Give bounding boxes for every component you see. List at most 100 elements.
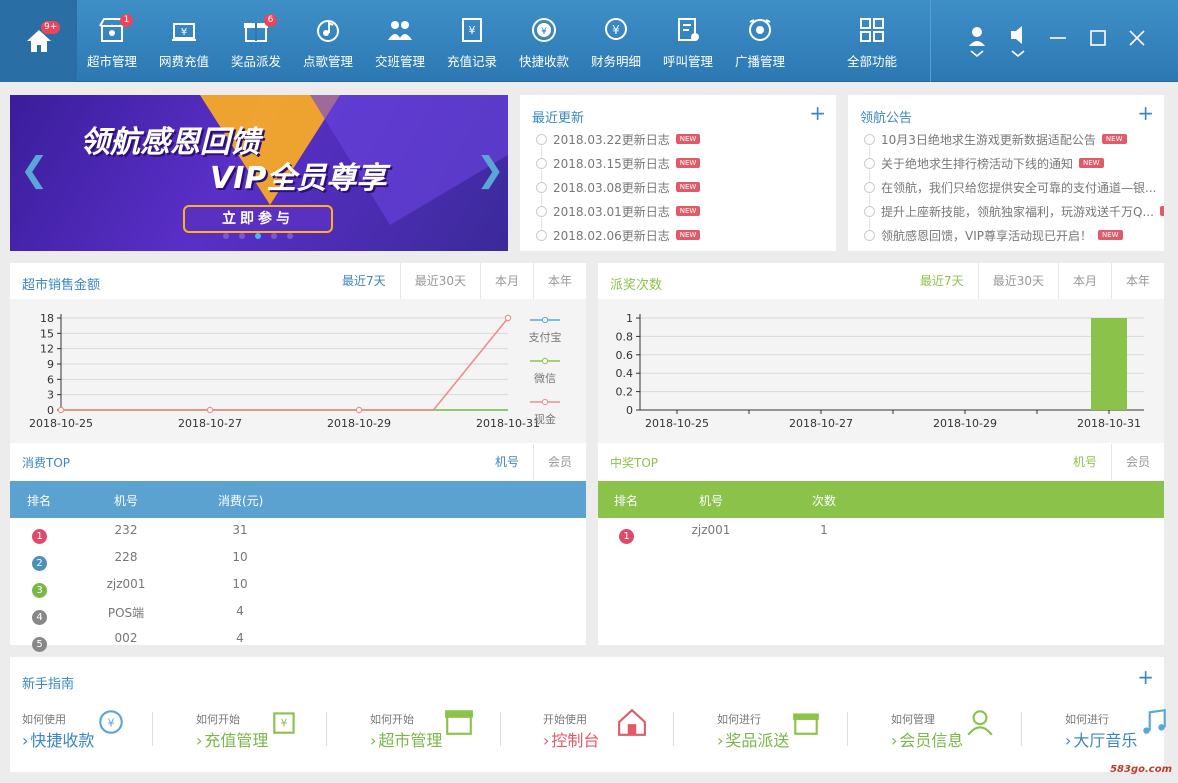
y-tick-label: 0.4 xyxy=(616,367,634,380)
nav-item-supermarket[interactable]: 超市管理 1 xyxy=(76,0,148,82)
tab-active[interactable]: 机号 xyxy=(481,444,533,480)
consume-top-tabs: 机号 会员 xyxy=(481,444,586,480)
guide-item-recharge[interactable]: 如何开始 › 充值管理 ¥ xyxy=(196,703,326,753)
guide-main-text: 快捷收款 xyxy=(30,731,95,750)
nav-item-gift[interactable]: 奖品派发 6 xyxy=(220,0,292,82)
tab-active[interactable]: 机号 xyxy=(1059,444,1111,480)
y-tick-label: 6 xyxy=(47,373,54,386)
y-tick-label: 12 xyxy=(40,343,54,356)
nav-item-label: 网费充值 xyxy=(158,54,209,69)
new-tag: NEW xyxy=(1101,134,1127,144)
nav-item-label: 广播管理 xyxy=(734,54,785,69)
legend-marker xyxy=(541,357,549,365)
close-button[interactable] xyxy=(1127,28,1147,48)
table-row[interactable]: 1 232 31 xyxy=(10,519,586,546)
nav-item-call[interactable]: 呼叫管理 xyxy=(652,0,724,82)
notice-item[interactable]: 关于绝地求生排行榜活动下线的通知 NEW xyxy=(864,151,1104,175)
update-item-label: 2018.02.06更新日志 xyxy=(553,228,670,243)
x-tick-label: 2018-10-27 xyxy=(789,417,853,430)
guide-item-console[interactable]: 开始使用 › 控制台 xyxy=(543,703,673,753)
member-icon xyxy=(965,707,995,740)
sales-panel: 超市销售金额 最近7天 最近30天 本月 本年 0 3 6 9 12 15 18 2018-10-2… xyxy=(10,263,586,652)
guide-item-gift[interactable]: 如何进行 › 奖品派送 xyxy=(717,703,847,753)
tab-option[interactable]: 本年 xyxy=(532,263,586,299)
maximize-button[interactable] xyxy=(1088,28,1108,48)
minimize-button[interactable] xyxy=(1048,28,1068,48)
notices-more-button[interactable]: + xyxy=(1137,103,1154,123)
user-icon[interactable] xyxy=(967,24,987,60)
table-row[interactable]: 5 002 4 xyxy=(10,627,586,654)
promo-banner[interactable]: 领航感恩回馈 VIP全员尊享 立即参与 ❮ ❯ xyxy=(10,95,508,251)
tab-option[interactable]: 最近30天 xyxy=(399,263,480,299)
guide-more-button[interactable]: + xyxy=(1137,667,1154,687)
nav-item-all-functions[interactable]: 全部功能 xyxy=(836,0,908,82)
nav-item-finance[interactable]: ¥ 财务明细 xyxy=(580,0,652,82)
update-item[interactable]: 2018.03.08更新日志 NEW xyxy=(536,175,701,199)
legend-label: 支付宝 xyxy=(529,330,562,344)
update-item[interactable]: 2018.03.15更新日志 NEW xyxy=(536,151,701,175)
nav-badge: 6 xyxy=(264,14,277,27)
notice-item-label: 关于绝地求生排行榜活动下线的通知 xyxy=(881,156,1074,171)
tab-option[interactable]: 会员 xyxy=(1110,444,1164,480)
header-rank: 排名 xyxy=(27,494,52,508)
update-item[interactable]: 2018.03.01更新日志 NEW xyxy=(536,199,701,223)
banner-next-arrow[interactable]: ❯ xyxy=(476,153,505,187)
guide-item-member[interactable]: 如何管理 › 会员信息 xyxy=(891,703,1021,753)
table-row[interactable]: 1 zjz001 1 xyxy=(598,519,1164,546)
tab-active[interactable]: 最近7天 xyxy=(906,263,978,299)
call-icon xyxy=(674,16,702,44)
notice-item[interactable]: 10月3日绝地求生游戏更新数据适配公告 NEW xyxy=(864,127,1127,151)
guide-item-supermarket[interactable]: 如何开始 › 超市管理 xyxy=(370,703,500,753)
chevron-right-icon: › xyxy=(891,731,898,750)
guide-main-label: › 超市管理 xyxy=(370,727,442,751)
update-item[interactable]: 2018.02.06更新日志 NEW xyxy=(536,223,701,247)
header-machine: 机号 xyxy=(699,494,724,508)
guide-prefix: 如何开始 xyxy=(370,713,414,726)
prize-top-header: 排名 机号 次数 xyxy=(598,481,1164,518)
nav-item-quick-pay[interactable]: ¥ 快捷收款 xyxy=(508,0,580,82)
nav-item-handover[interactable]: 交班管理 xyxy=(364,0,436,82)
table-row[interactable]: 3 zjz001 10 xyxy=(10,573,586,600)
nav-badge: 1 xyxy=(120,14,133,27)
header-count: 次数 xyxy=(812,494,837,508)
nav-item-broadcast[interactable]: 广播管理 xyxy=(724,0,796,82)
guide-item-quick-pay[interactable]: 如何使用 › 快捷收款 ¥ xyxy=(22,703,152,753)
nav-item-recharge[interactable]: ¥ 网费充值 xyxy=(148,0,220,82)
tab-option[interactable]: 最近30天 xyxy=(977,263,1058,299)
table-row[interactable]: 2 228 10 xyxy=(10,546,586,573)
notice-item[interactable]: 在领航，我们只给您提供安全可靠的支付通道—银... xyxy=(864,175,1156,199)
timeline-dot xyxy=(536,229,547,241)
notice-item-label: 领航感恩回馈，VIP尊享活动现已开启！ xyxy=(881,228,1092,243)
tab-option[interactable]: 本月 xyxy=(1057,263,1111,299)
home-button[interactable]: 9+ xyxy=(0,0,77,82)
chevron-right-icon: › xyxy=(1065,731,1072,750)
y-tick-label: 0.2 xyxy=(616,386,634,399)
table-row[interactable]: 4 POS端 4 xyxy=(10,600,586,627)
recent-updates-more-button[interactable]: + xyxy=(809,103,826,123)
tab-option[interactable]: 本月 xyxy=(479,263,533,299)
x-tick-label: 2018-10-27 xyxy=(178,417,242,430)
banner-prev-arrow[interactable]: ❮ xyxy=(20,153,49,187)
speaker-icon[interactable] xyxy=(1008,24,1028,60)
nav-item-music[interactable]: 点歌管理 xyxy=(292,0,364,82)
guide-main-label: › 奖品派送 xyxy=(717,727,789,751)
rank-badge: 2 xyxy=(32,556,47,571)
tab-option[interactable]: 会员 xyxy=(532,444,586,480)
tab-option[interactable]: 本年 xyxy=(1110,263,1164,299)
x-tick-label: 2018-10-25 xyxy=(645,417,709,430)
update-item[interactable]: 2018.03.22更新日志 NEW xyxy=(536,127,701,151)
quick-pay-icon: ¥ xyxy=(96,707,126,740)
x-tick-label: 2018-10-31 xyxy=(476,417,540,430)
notice-item[interactable]: 领航感恩回馈，VIP尊享活动现已开启！ NEW xyxy=(864,223,1123,247)
timeline-dot xyxy=(536,133,547,145)
rank-badge: 1 xyxy=(619,529,634,544)
tab-active[interactable]: 最近7天 xyxy=(328,263,400,299)
timeline-dot xyxy=(536,181,547,193)
notice-item[interactable]: 提升上座新技能，领航独家福利，玩游戏送千万Q... NEW xyxy=(864,199,1164,223)
finance-icon: ¥ xyxy=(602,16,630,44)
guide-item-music[interactable]: 如何进行 › 大厅音乐 xyxy=(1065,703,1178,753)
banner-join-button[interactable]: 立即参与 xyxy=(183,205,333,233)
guide-separator xyxy=(152,712,153,746)
nav-item-record[interactable]: ¥ 充值记录 xyxy=(436,0,508,82)
guide-separator xyxy=(1021,712,1022,746)
